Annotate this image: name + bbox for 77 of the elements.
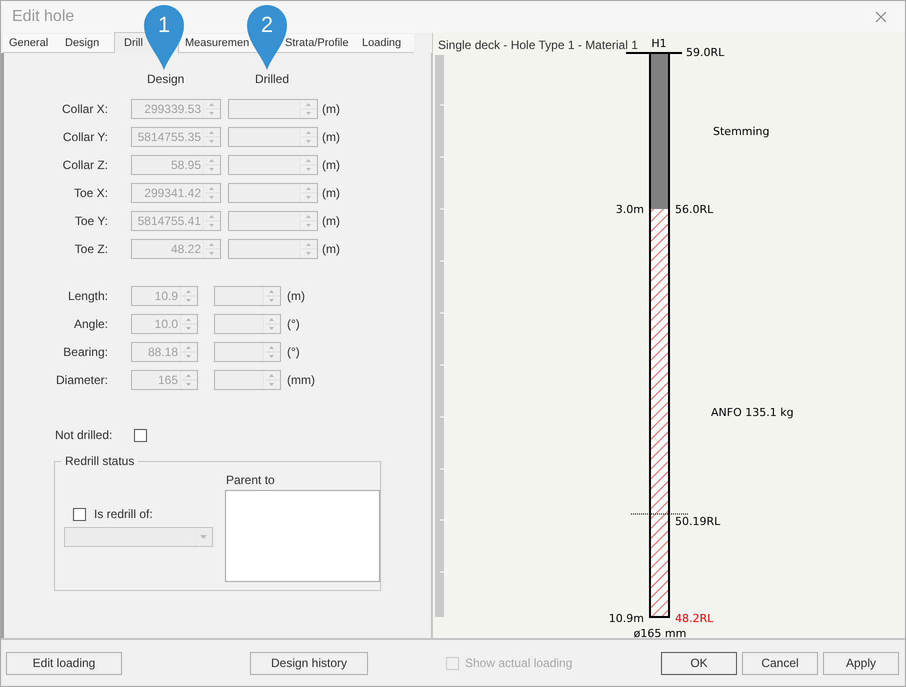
spin-arrows-icon[interactable] xyxy=(300,184,317,202)
checkbox-label: Not drilled: xyxy=(55,428,114,442)
rl-label: 50.19RL xyxy=(675,515,720,528)
spin-arrows-icon[interactable] xyxy=(263,343,280,361)
number-field[interactable] xyxy=(214,342,281,362)
field-label: Bearing: xyxy=(62,345,108,359)
spin-arrows-icon[interactable] xyxy=(180,315,197,333)
spin-arrows-icon[interactable] xyxy=(300,240,317,258)
unit-label: (°) xyxy=(287,317,300,331)
dialog-button[interactable]: Cancel xyxy=(742,652,818,674)
spin-arrows-icon[interactable] xyxy=(300,212,317,230)
group-title: Redrill status xyxy=(61,454,138,468)
number-field[interactable] xyxy=(214,314,281,334)
rl-label: 59.0RL xyxy=(686,46,724,59)
diameter-label: ø165 mm xyxy=(634,627,686,640)
spin-arrows-icon[interactable] xyxy=(263,315,280,333)
rl-label: 48.2RL xyxy=(675,612,714,625)
column-header: Design xyxy=(147,72,184,86)
unit-label: (m) xyxy=(322,186,340,200)
tab[interactable]: Strata/Profile xyxy=(279,34,356,53)
unit-label: (m) xyxy=(322,214,340,228)
callout-tooltip: 1 xyxy=(143,4,185,72)
tab[interactable]: Loading xyxy=(356,34,414,53)
unit-label: (°) xyxy=(287,345,300,359)
spin-arrows-icon[interactable] xyxy=(300,100,317,118)
spin-arrows-icon[interactable] xyxy=(180,371,197,389)
depth-label: 3.0m xyxy=(616,203,644,216)
dialog-button[interactable]: Apply xyxy=(823,652,899,674)
column-header: Drilled xyxy=(255,72,290,86)
number-field[interactable] xyxy=(228,239,318,259)
number-field[interactable] xyxy=(214,286,281,306)
number-field[interactable] xyxy=(214,370,281,390)
rl-label: 56.0RL xyxy=(675,203,714,216)
unit-label: (m) xyxy=(322,130,340,144)
close-icon[interactable] xyxy=(875,11,887,23)
hole-name: H1 xyxy=(651,37,667,50)
checkbox-label: Show actual loading xyxy=(465,656,572,670)
number-field[interactable] xyxy=(228,183,318,203)
field-label: Toe Y: xyxy=(74,214,108,228)
number-field[interactable] xyxy=(228,155,318,175)
number-field[interactable] xyxy=(228,211,318,231)
list-label: Parent to xyxy=(226,473,276,487)
number-field[interactable] xyxy=(228,99,318,119)
collar-line xyxy=(626,52,682,54)
unit-label: (mm) xyxy=(287,373,315,387)
checkbox-label: Is redrill of: xyxy=(94,507,153,521)
window-title: Edit hole xyxy=(12,8,74,26)
number-field[interactable] xyxy=(228,127,318,147)
spin-arrows-icon[interactable] xyxy=(300,128,317,146)
unit-label: (m) xyxy=(287,289,305,303)
spin-arrows-icon[interactable] xyxy=(180,343,197,361)
deck-label: Stemming xyxy=(713,125,770,138)
field-label: Length: xyxy=(66,289,108,303)
profile-title: Single deck - Hole Type 1 - Material 1 xyxy=(438,38,638,52)
field-label: Diameter: xyxy=(54,373,108,387)
field-label: Toe X: xyxy=(72,186,108,200)
deck-label: ANFO 135.1 kg xyxy=(711,406,794,419)
tab[interactable]: General xyxy=(3,34,59,53)
unit-label: (m) xyxy=(322,242,340,256)
design-history-button[interactable]: Design history xyxy=(250,652,368,674)
field-label: Collar Y: xyxy=(62,130,108,144)
field-label: Toe Z: xyxy=(74,242,108,256)
dialog-button[interactable]: OK xyxy=(661,652,737,674)
unit-label: (m) xyxy=(322,158,340,172)
spin-arrows-icon[interactable] xyxy=(180,287,197,305)
tab[interactable]: Design xyxy=(59,34,114,53)
spin-arrows-icon[interactable] xyxy=(263,287,280,305)
dropdown[interactable] xyxy=(64,527,213,547)
field-label: Collar Z: xyxy=(62,158,108,172)
field-label: Collar X: xyxy=(60,102,108,116)
edit-loading-button[interactable]: Edit loading xyxy=(6,652,122,674)
spin-arrows-icon[interactable] xyxy=(263,371,280,389)
spin-arrows-icon[interactable] xyxy=(300,156,317,174)
unit-label: (m) xyxy=(322,102,340,116)
field-label: Angle: xyxy=(72,317,108,331)
depth-label: 10.9m xyxy=(608,612,644,625)
list-box[interactable] xyxy=(225,490,380,582)
